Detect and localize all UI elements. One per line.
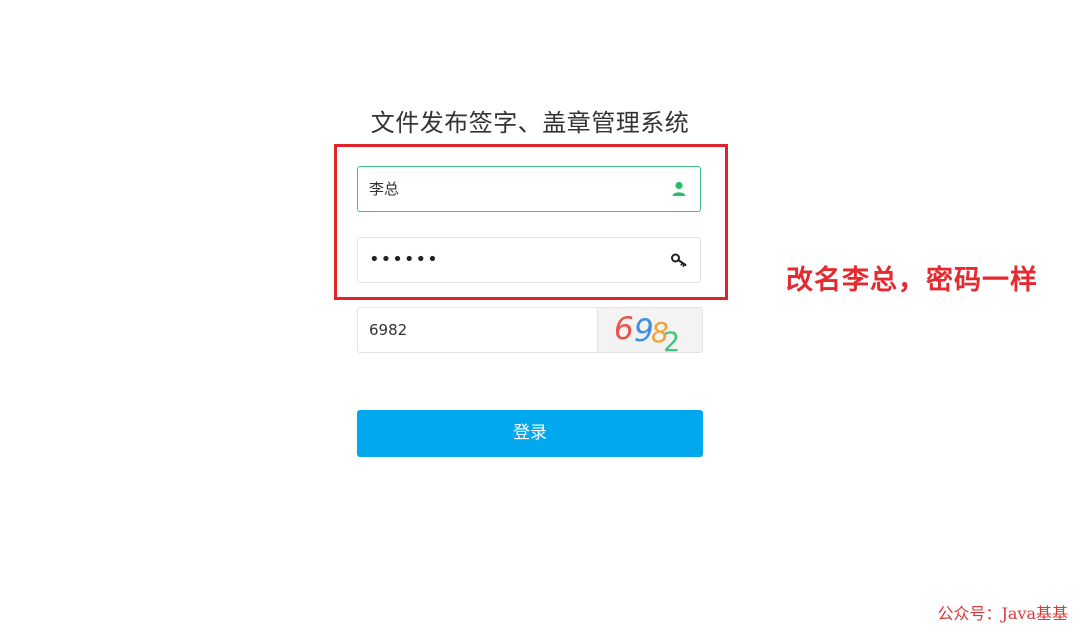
highlight-annotation-box: [334, 144, 728, 300]
captcha-field[interactable]: 6982 6 9 8 2: [357, 307, 703, 358]
svg-text:6: 6: [614, 311, 634, 347]
page-title: 文件发布签字、盖章管理系统: [370, 109, 690, 137]
annotation-text: 改名李总，密码一样: [786, 265, 1038, 296]
captcha-input[interactable]: 6982: [369, 308, 407, 352]
login-page: 文件发布签字、盖章管理系统 李总 •••••• 6982 6 9 8 2 登录 …: [0, 0, 1080, 636]
watermark-text: 公众号：Java基基: [937, 604, 1068, 623]
svg-text:2: 2: [663, 327, 680, 352]
captcha-image[interactable]: 6 9 8 2: [597, 308, 702, 358]
login-button[interactable]: 登录: [357, 410, 703, 457]
